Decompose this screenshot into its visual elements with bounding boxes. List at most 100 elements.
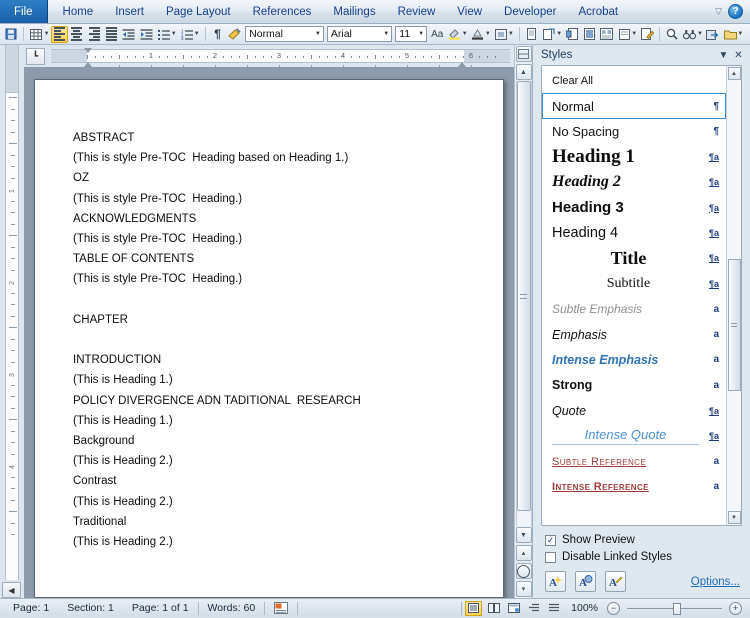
ribbon-tab-file[interactable]: File: [0, 0, 48, 23]
font-combo[interactable]: Arial ▼: [326, 26, 393, 42]
document-line[interactable]: Contrast: [73, 471, 477, 491]
ribbon-tab-acrobat[interactable]: Acrobat: [567, 0, 629, 23]
align-left-button[interactable]: [51, 25, 68, 43]
document-line[interactable]: ABSTRACT: [73, 128, 477, 148]
chevron-down-icon[interactable]: ▼: [716, 48, 731, 63]
document-line[interactable]: OZ: [73, 168, 477, 188]
style-item-quote[interactable]: Quote ¶a: [542, 398, 726, 423]
styles-list-scrollbar[interactable]: ▲ ▼: [726, 66, 741, 525]
previous-page-button[interactable]: ▴: [515, 545, 532, 561]
scroll-down-button[interactable]: ▼: [515, 527, 532, 543]
ribbon-tab-mailings[interactable]: Mailings: [322, 0, 386, 23]
ribbon-tab-references[interactable]: References: [242, 0, 323, 23]
show-formatting-marks-button[interactable]: ¶: [209, 26, 225, 43]
scroll-thumb[interactable]: [516, 81, 531, 511]
status-page-of[interactable]: Page: 1 of 1: [123, 602, 198, 614]
style-item-subtle-reference[interactable]: Subtle Reference a: [542, 449, 726, 474]
document-line[interactable]: POLICY DIVERGENCE ADN TADITIONAL RESEARC…: [73, 391, 477, 411]
page-borders-dropdown-arrow[interactable]: ▼: [556, 31, 563, 37]
table-dropdown-arrow[interactable]: ▼: [44, 31, 51, 37]
help-icon[interactable]: ?: [728, 4, 743, 19]
style-item-normal[interactable]: Normal ¶: [542, 93, 726, 119]
columns-button[interactable]: [599, 26, 615, 43]
new-comment-dropdown-arrow[interactable]: ▼: [631, 31, 638, 37]
font-size-arrow[interactable]: ▼: [415, 31, 424, 37]
document-line[interactable]: (This is style Pre-TOC Heading.): [73, 269, 477, 289]
table-button[interactable]: [28, 26, 44, 43]
style-item-intense-reference[interactable]: Intense Reference a: [542, 474, 726, 499]
toolbar-overflow-button[interactable]: ▼: [737, 31, 747, 37]
numbered-list-button[interactable]: 123: [178, 26, 194, 43]
document-line[interactable]: (This is Heading 1.): [73, 411, 477, 431]
style-item-subtitle[interactable]: Subtitle ¶a: [542, 271, 726, 296]
style-item-heading-4[interactable]: Heading 4 ¶a: [542, 220, 726, 245]
style-item-heading-1[interactable]: Heading 1 ¶a: [542, 144, 726, 169]
text-highlight-dropdown-arrow[interactable]: ▼: [462, 31, 469, 37]
styles-list[interactable]: Clear All Normal ¶ No Spacing ¶ Heading 1 ¶a He…: [542, 66, 726, 525]
find-dropdown-arrow[interactable]: ▼: [697, 31, 704, 37]
page-setup-button[interactable]: [524, 26, 540, 43]
document-line[interactable]: INTRODUCTION: [73, 350, 477, 370]
ribbon-tab-review[interactable]: Review: [387, 0, 447, 23]
picture-frame-button[interactable]: [493, 26, 509, 43]
document-vertical-scrollbar[interactable]: ▲ ▼ ▴ ▾: [514, 45, 532, 598]
previous-pane-button[interactable]: ◀: [2, 582, 21, 598]
scroll-up-button[interactable]: ▲: [515, 64, 532, 80]
style-combo-arrow[interactable]: ▼: [312, 31, 321, 37]
collapse-ribbon-icon[interactable]: ▽: [715, 6, 722, 17]
ribbon-tab-view[interactable]: View: [446, 0, 493, 23]
document-line[interactable]: [73, 290, 477, 310]
next-page-button[interactable]: ▾: [515, 581, 532, 597]
track-changes-button[interactable]: [639, 26, 655, 43]
folder-button[interactable]: [722, 26, 738, 43]
styles-scroll-thumb[interactable]: [727, 259, 741, 391]
style-item-heading-3[interactable]: Heading 3 ¶a: [542, 195, 726, 220]
style-item-heading-2[interactable]: Heading 2 ¶a: [542, 170, 726, 195]
font-size-combo[interactable]: 11 ▼: [395, 26, 428, 42]
zoom-slider[interactable]: [627, 602, 722, 615]
zoom-in-button[interactable]: +: [729, 601, 742, 615]
align-center-button[interactable]: [69, 26, 85, 43]
style-item-no-spacing[interactable]: No Spacing ¶: [542, 119, 726, 144]
goto-button[interactable]: [705, 26, 721, 43]
document-line[interactable]: [73, 330, 477, 350]
tab-stop-selector-button[interactable]: ┗: [26, 47, 45, 65]
numbered-list-dropdown-arrow[interactable]: ▼: [194, 31, 201, 37]
vertical-ruler[interactable]: 1 2 3 4: [5, 45, 19, 580]
increase-indent-button[interactable]: [138, 26, 154, 43]
status-words[interactable]: Words: 60: [199, 602, 265, 614]
change-case-button[interactable]: Aa: [429, 26, 445, 43]
ribbon-tab-page-layout[interactable]: Page Layout: [155, 0, 242, 23]
styles-scroll-up-button[interactable]: ▲: [727, 67, 741, 80]
style-item-intense-quote[interactable]: Intense Quote ¶a: [542, 423, 726, 448]
style-item-title[interactable]: Title ¶a: [542, 246, 726, 271]
font-combo-arrow[interactable]: ▼: [380, 31, 389, 37]
bullet-list-dropdown-arrow[interactable]: ▼: [171, 31, 178, 37]
style-item-intense-emphasis[interactable]: Intense Emphasis a: [542, 347, 726, 372]
save-button[interactable]: [3, 26, 19, 43]
style-item-clear-all[interactable]: Clear All: [542, 68, 726, 93]
web-layout-view-button[interactable]: [505, 601, 522, 616]
style-inspector-button[interactable]: A: [575, 571, 596, 592]
picture-frame-dropdown-arrow[interactable]: ▼: [508, 31, 515, 37]
disable-linked-styles-row[interactable]: Disable Linked Styles: [545, 551, 740, 563]
format-painter-button[interactable]: [227, 26, 243, 43]
align-right-button[interactable]: [86, 26, 102, 43]
outline-view-button[interactable]: [525, 601, 542, 616]
document-line[interactable]: (This is style Pre-TOC Heading.): [73, 189, 477, 209]
document-line[interactable]: (This is Heading 2.): [73, 451, 477, 471]
font-color-button[interactable]: [469, 26, 485, 43]
document-line[interactable]: (This is Heading 2.): [73, 532, 477, 552]
print-layout-view-button[interactable]: [465, 600, 483, 616]
justify-button[interactable]: [103, 26, 119, 43]
split-document-button[interactable]: [515, 46, 532, 62]
text-highlight-button[interactable]: [446, 26, 462, 43]
zoom-level-label[interactable]: 100%: [565, 602, 604, 614]
manage-styles-button[interactable]: A: [605, 571, 626, 592]
bullet-list-button[interactable]: [155, 26, 171, 43]
document-page[interactable]: ABSTRACT (This is style Pre-TOC Heading b…: [34, 79, 504, 598]
style-combo[interactable]: Normal ▼: [245, 26, 324, 42]
document-line[interactable]: Traditional: [73, 512, 477, 532]
styles-scroll-track[interactable]: [727, 81, 741, 510]
page-borders-button[interactable]: [541, 26, 557, 43]
